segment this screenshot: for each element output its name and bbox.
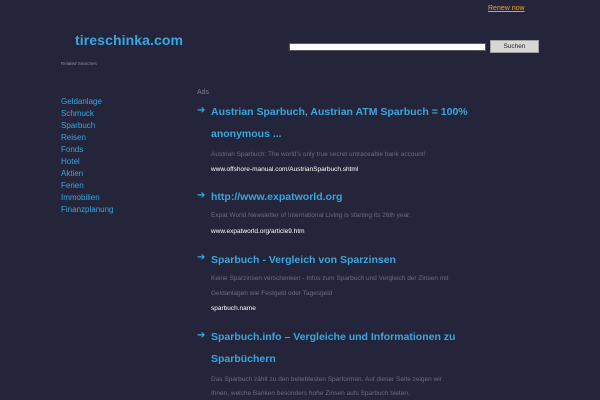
page: Renew now tireschinka.com Suchen Related… xyxy=(0,0,600,400)
ad-url[interactable]: www.offshore-manual.com/AustrianSparbuch… xyxy=(211,166,358,173)
related-link-fonds[interactable]: Fonds xyxy=(61,145,83,154)
related-link-aktien[interactable]: Aktien xyxy=(61,169,83,178)
ad-title-line[interactable]: Sparbuch.info – Vergleiche und Informati… xyxy=(211,331,455,343)
related-link-schmuck[interactable]: Schmuck xyxy=(61,109,94,118)
related-link-finanzplanung[interactable]: Finanzplanung xyxy=(61,205,113,214)
search-input[interactable] xyxy=(289,43,486,51)
related-link-geldanlage[interactable]: Geldanlage xyxy=(61,97,102,106)
ad-description: Expat World Newsletter of International … xyxy=(211,212,411,219)
ad-description: Ihnen, welche Banken besonders hohe Zins… xyxy=(211,390,410,397)
ad-description: Austrian Sparbuch: The world's only true… xyxy=(211,151,426,158)
ad-description: Keine Sparzinsen verschenken - Infos zum… xyxy=(211,275,449,282)
site-logo[interactable]: tireschinka.com xyxy=(75,32,183,48)
renew-now-link[interactable]: Renew now xyxy=(488,5,525,12)
ad-url[interactable]: sparbuch.name xyxy=(211,305,256,312)
arrow-right-icon: ➔ xyxy=(197,105,206,116)
ad-title-line[interactable]: Sparbuch - Vergleich von Sparzinsen xyxy=(211,254,396,266)
related-link-hotel[interactable]: Hotel xyxy=(61,157,80,166)
search-button[interactable]: Suchen xyxy=(490,40,539,53)
arrow-right-icon: ➔ xyxy=(197,330,206,341)
related-link-ferien[interactable]: Ferien xyxy=(61,181,84,190)
related-searches-heading: Related Searches xyxy=(61,61,97,66)
ad-title-line[interactable]: anonymous ... xyxy=(211,128,282,140)
ad-description: Geldanlagen wie Festgeld oder Tagesgeld xyxy=(211,290,333,297)
arrow-right-icon: ➔ xyxy=(197,252,206,263)
ad-url[interactable]: www.expatworld.org/article9.htm xyxy=(211,228,305,235)
ad-description: Das Sparbuch zählt zu den beliebtesten S… xyxy=(211,376,442,383)
ads-label: Ads xyxy=(197,89,210,96)
related-link-immobilien[interactable]: Immobilien xyxy=(61,193,100,202)
ad-title-line[interactable]: Sparbüchern xyxy=(211,353,276,365)
related-link-sparbuch[interactable]: Sparbuch xyxy=(61,121,95,130)
related-link-reisen[interactable]: Reisen xyxy=(61,133,86,142)
arrow-right-icon: ➔ xyxy=(197,190,206,201)
ad-title-line[interactable]: Austrian Sparbuch, Austrian ATM Sparbuch… xyxy=(211,106,468,118)
ad-title-line[interactable]: http://www.expatworld.org xyxy=(211,191,342,203)
